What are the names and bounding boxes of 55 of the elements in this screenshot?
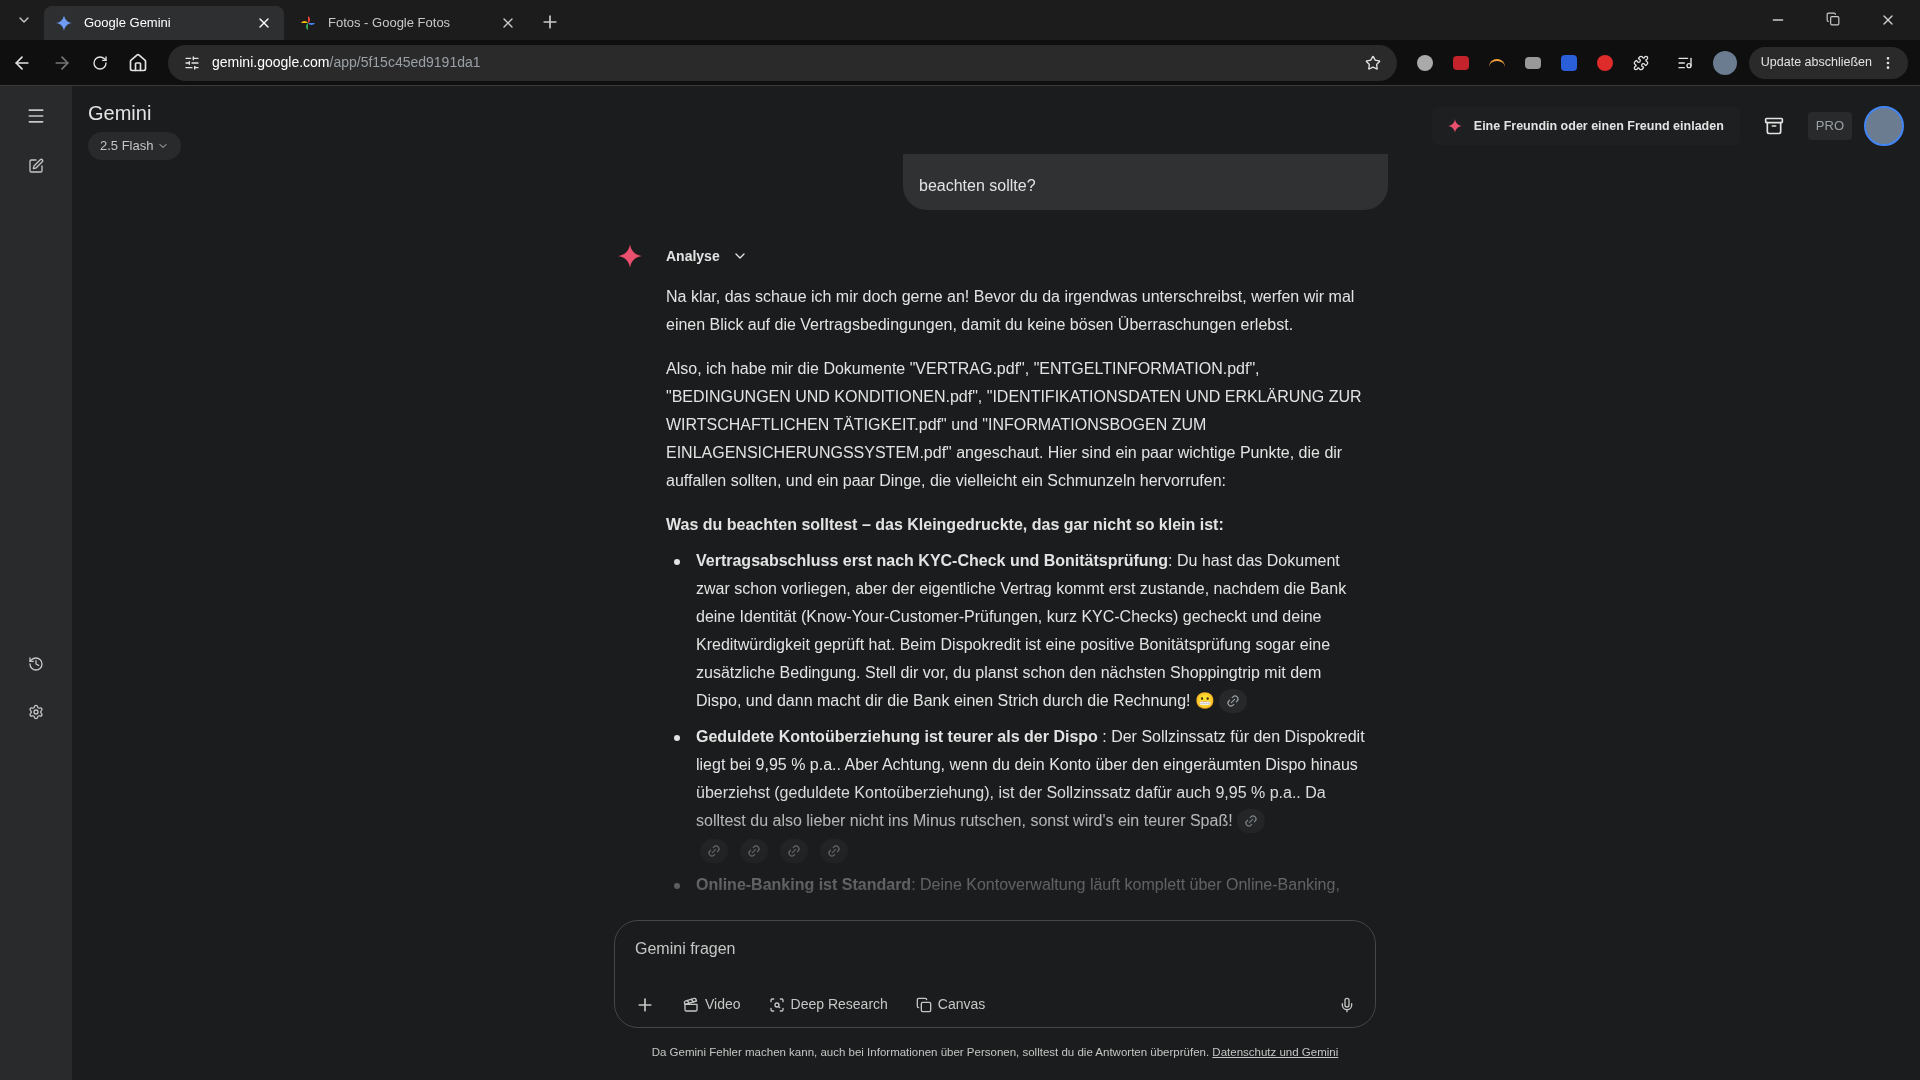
bullet-text: Online-Banking ist Standard: Deine Kontoverwaltung läuft komplett über Online-Banking, xyxy=(696,874,1340,895)
bullet-text: Vertragsabschluss erst nach KYC-Check und Bonitätsprüfung: Du hast das Dokument zwar schon vorliegen, aber der eigentliche Vertrag kommt erst zustande, nachdem die Bank deine Identität (Know-Your-Customer-Prüfungen, kurz KYC-Checks) gecheckt und deine Kreditwürdigkeit geprüft hat. Beim Dispokredit ist eine positive Bonitätsprüfung sogar eine zusätzliche Bedingung. Stell dir vor, du planst schon den nächsten Shoppingtrip mit dem Dispo, und dann macht dir die Bank einen Strich durch die Rechnung! 😬 xyxy=(696,546,1371,715)
model-picker[interactable]: 2.5 Flash xyxy=(88,132,182,160)
sparkle-icon xyxy=(56,15,72,31)
pinwheel-icon xyxy=(300,15,316,31)
url-host: gemini.google.com xyxy=(212,53,330,72)
disclaimer: Da Gemini Fehler machen kann, auch bei Informationen über Personen, solltest du die Antworten überprüfen. Datenschutz und Gemini xyxy=(651,1045,1339,1060)
browser-tab[interactable]: Google Gemini xyxy=(44,6,284,40)
menu-icon[interactable] xyxy=(26,106,46,126)
source-link[interactable] xyxy=(700,838,728,863)
clapperboard-icon xyxy=(683,996,699,1013)
section-heading: Was du beachten solltest – das Kleingedruckte, das gar nicht so klein ist: xyxy=(666,514,1225,535)
tab-title: Google Gemini xyxy=(84,14,172,33)
update-button[interactable]: Update abschließen xyxy=(1748,46,1908,79)
puzzle-icon[interactable] xyxy=(1632,54,1649,71)
privacy-link[interactable]: Datenschutz und Gemini xyxy=(1212,1046,1339,1058)
tab-title: Fotos - Google Fotos xyxy=(328,14,452,33)
extension-icon[interactable] xyxy=(1416,54,1433,71)
app-title: Gemini xyxy=(88,101,153,126)
new-chat-icon[interactable] xyxy=(28,158,44,174)
source-link[interactable] xyxy=(1218,689,1247,714)
url-path: /app/5f15c45ed9191da1 xyxy=(329,53,481,72)
settings-icon[interactable] xyxy=(28,704,44,720)
reload-icon[interactable] xyxy=(92,54,108,71)
prompt-box[interactable]: Gemini fragen Video Deep Research Canvas xyxy=(614,920,1376,1028)
bullet-text: Geduldete Kontoüberziehung ist teurer als der Dispo : Der Sollzinssatz für den Dispokredit liegt bei 9,95 % p.a.. Aber Achtung, wenn du dein Konto über den eingeräumten Dispo hinaus überziehst (geduldete Kontoüberziehung), ist der Sollzinssatz dafür auch 9,95 % p.a.. Da solltest du also lieber nicht ins Minus rutschen, sonst wird's ein teurer Spaß! xyxy=(696,722,1371,835)
response-paragraph: Also, ich habe mir die Dokumente "VERTRAG.pdf", "ENTGELTINFORMATION.pdf", "BEDINGUNGEN UND KONDITIONEN.pdf", "IDENTIFIKATIONSDATEN UND ERKLÄRUNG ZUR WIRTSCHAFTLICHEN TÄTIGKEIT.pdf" und "INFORMATIONSBOGEN ZUM EINLAGENSICHERUNGSSYSTEM.pdf" angeschaut. Hier sind ein paar wichtige Punkte, die dir auffallen sollten, und ein paar Dinge, die vielleicht ein Schmunzeln hervorrufen: xyxy=(666,358,1363,491)
response-paragraph: Na klar, das schaue ich mir doch gerne an! Bevor du da irgendwas unterschreibst, werfen wir mal einen Blick auf die Vertragsbedingungen, damit du keine bösen Überraschungen erlebst. xyxy=(666,286,1356,335)
restore-icon[interactable] xyxy=(1826,12,1840,26)
tool-button[interactable]: Deep Research xyxy=(768,994,888,1015)
user-message: beachten sollte? xyxy=(903,153,1388,210)
source-link[interactable] xyxy=(820,838,848,863)
history-icon[interactable] xyxy=(28,656,44,672)
source-link[interactable] xyxy=(1236,809,1265,834)
home-icon[interactable] xyxy=(128,52,148,73)
tool-button[interactable]: Canvas xyxy=(915,994,986,1015)
mode-toggle[interactable]: Analyse xyxy=(666,245,748,267)
browser-tab[interactable]: Fotos - Google Fotos xyxy=(288,6,528,40)
prompt-input[interactable]: Gemini fragen xyxy=(635,937,1355,961)
pro-badge: PRO xyxy=(1807,112,1852,140)
site-settings-icon xyxy=(184,54,200,71)
layers-icon xyxy=(915,996,932,1013)
search-icon xyxy=(768,996,785,1013)
archive-icon[interactable] xyxy=(1763,116,1784,136)
address-bar[interactable]: gemini.google.com/app/5f15c45ed9191da1 xyxy=(168,44,1397,81)
tool-button[interactable]: Video xyxy=(683,994,741,1015)
avatar-icon[interactable] xyxy=(1712,50,1737,75)
source-link[interactable] xyxy=(780,838,808,863)
source-link[interactable] xyxy=(740,838,768,863)
microphone-icon[interactable] xyxy=(1339,996,1355,1013)
extension-icon[interactable] xyxy=(1596,54,1613,71)
star-icon[interactable] xyxy=(1364,54,1381,71)
sparkle-icon xyxy=(618,243,642,268)
avatar-icon[interactable] xyxy=(1864,106,1904,146)
sparkle-icon xyxy=(1447,119,1462,133)
